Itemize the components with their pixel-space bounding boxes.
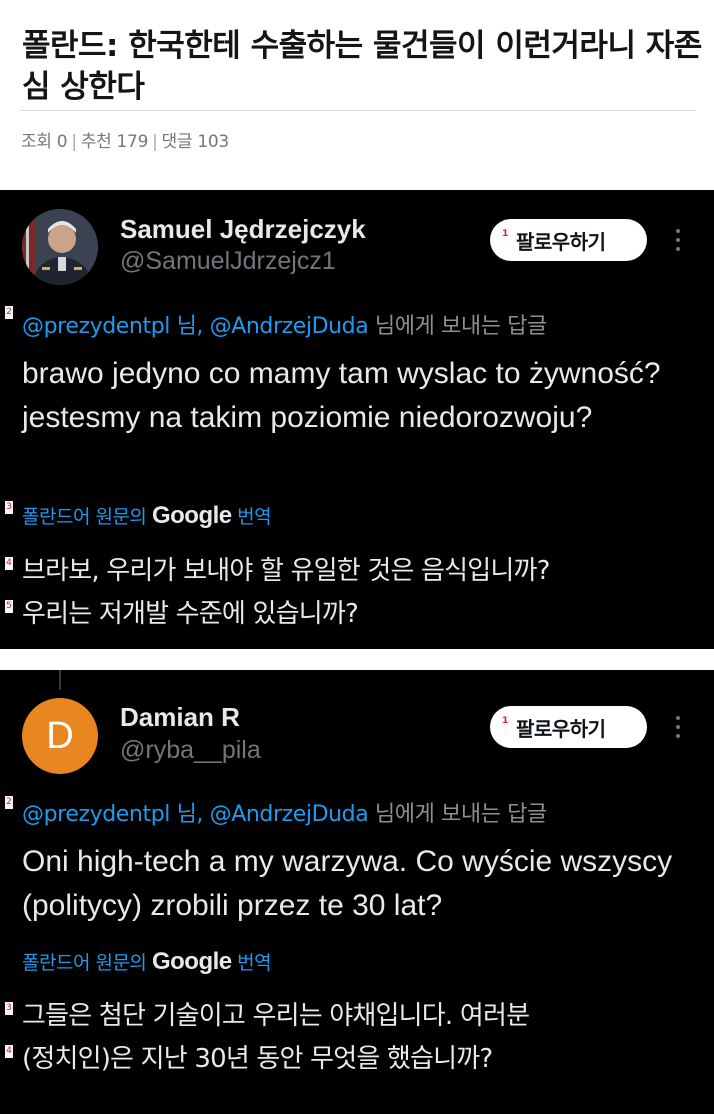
avatar[interactable]: D: [22, 698, 98, 774]
post-title: 폴란드: 한국한테 수출하는 물건들이 이런거라니 자존심 상한다: [22, 28, 702, 105]
comments-count: 댓글 103: [161, 132, 230, 152]
title-divider: [20, 110, 696, 111]
tweet-card-1: Samuel Jędrzejczyk @SamuelJdrzejcz1 1 팔로…: [0, 190, 714, 649]
google-logo: Google: [151, 502, 232, 529]
likes-count: 추천 179: [80, 132, 149, 152]
reply-suffix: 님에게 보내는 답글: [368, 802, 547, 827]
translation-attribution[interactable]: 폴란드어 원문의 Google 번역: [22, 502, 272, 530]
translate-suffix: 번역: [231, 506, 272, 528]
thread-connector: [59, 670, 61, 690]
translate-prefix: 폴란드어 원문의: [22, 506, 152, 528]
author-handle[interactable]: @ryba__pila: [120, 736, 261, 765]
author-name[interactable]: Damian R: [120, 702, 240, 733]
translated-text-line-1: 그들은 첨단 기술이고 우리는 야채입니다. 여러분: [22, 1001, 530, 1031]
avatar-photo-icon: [22, 209, 98, 285]
reply-mentions[interactable]: @prezydentpl 님, @AndrzejDuda: [22, 802, 369, 827]
more-options-icon[interactable]: [668, 712, 688, 742]
translated-text-line-2: 우리는 저개발 수준에 있습니까?: [22, 599, 359, 629]
reply-mentions[interactable]: @prezydentpl 님, @AndrzejDuda: [22, 314, 369, 339]
annotation-marker: 1: [501, 228, 509, 241]
reply-context: @prezydentpl 님, @AndrzejDuda 님에게 보내는 답글: [22, 796, 547, 828]
avatar[interactable]: [22, 209, 98, 285]
annotation-marker: 4: [5, 557, 13, 570]
post-meta: 조회 0 | 추천 179 | 댓글 103: [21, 127, 229, 152]
translate-prefix: 폴란드어 원문의: [22, 952, 152, 974]
annotation-marker: 4: [5, 1045, 13, 1058]
annotation-marker: 2: [5, 306, 13, 319]
google-logo: Google: [151, 948, 232, 975]
tweet-text: Oni high-tech a my warzywa. Co wyście ws…: [22, 845, 673, 922]
annotation-marker: 2: [5, 796, 13, 809]
author-handle[interactable]: @SamuelJdrzejcz1: [120, 247, 336, 276]
tweet-text: brawo jedyno co mamy tam wyslac to żywno…: [22, 357, 661, 434]
annotation-marker: 3: [5, 501, 13, 514]
tweet-card-2: D Damian R @ryba__pila 1 팔로우하기 2 @prezyd…: [0, 670, 714, 1114]
meta-separator: |: [152, 132, 158, 152]
views-count: 조회 0: [21, 132, 68, 152]
translation-attribution[interactable]: 폴란드어 원문의 Google 번역: [22, 948, 272, 976]
reply-suffix: 님에게 보내는 답글: [368, 314, 547, 339]
follow-button[interactable]: 1 팔로우하기: [490, 706, 647, 748]
author-name[interactable]: Samuel Jędrzejczyk: [120, 214, 366, 245]
follow-button-label: 팔로우하기: [516, 716, 606, 741]
translated-text-line-2: (정치인)은 지난 30년 동안 무엇을 했습니까?: [22, 1044, 493, 1074]
follow-button[interactable]: 1 팔로우하기: [490, 219, 647, 261]
reply-context: @prezydentpl 님, @AndrzejDuda 님에게 보내는 답글: [22, 308, 547, 340]
more-options-icon[interactable]: [668, 225, 688, 255]
annotation-marker: 1: [501, 715, 509, 728]
translate-suffix: 번역: [231, 952, 272, 974]
annotation-marker: 5: [5, 600, 13, 613]
meta-separator: |: [71, 132, 77, 152]
annotation-marker: 3: [5, 1002, 13, 1015]
translated-text-line-1: 브라보, 우리가 보내야 할 유일한 것은 음식입니까?: [22, 556, 550, 586]
avatar-letter: D: [46, 714, 74, 757]
follow-button-label: 팔로우하기: [516, 229, 606, 254]
